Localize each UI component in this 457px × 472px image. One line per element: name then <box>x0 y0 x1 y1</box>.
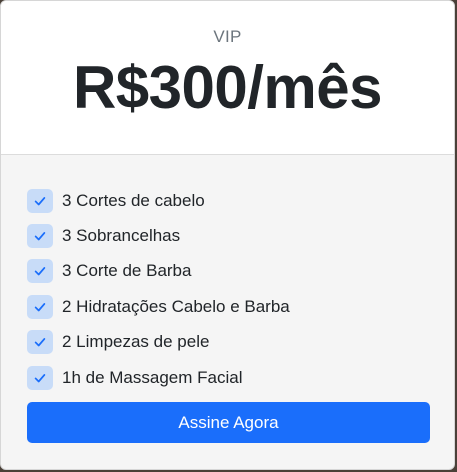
feature-item: 3 Sobrancelhas <box>27 218 454 253</box>
subscribe-button[interactable]: Assine Agora <box>27 402 430 443</box>
feature-label: 2 Limpezas de pele <box>62 332 210 352</box>
feature-label: 3 Corte de Barba <box>62 261 192 281</box>
pricing-card: VIP R$300/mês 3 Cortes de cabelo 3 Sobra… <box>0 0 455 470</box>
pricing-card-header: VIP R$300/mês <box>1 1 454 155</box>
plan-name: VIP <box>213 27 242 46</box>
feature-item: 2 Hidratações Cabelo e Barba <box>27 289 454 324</box>
plan-price: R$300/mês <box>72 54 383 121</box>
feature-list: 3 Cortes de cabelo 3 Sobrancelhas 3 Cort… <box>1 155 454 395</box>
feature-item: 2 Limpezas de pele <box>27 325 454 360</box>
check-icon <box>27 259 53 284</box>
feature-label: 3 Sobrancelhas <box>62 226 181 246</box>
feature-label: 1h de Massagem Facial <box>62 367 243 387</box>
feature-item: 3 Corte de Barba <box>27 254 454 289</box>
check-icon <box>27 365 53 390</box>
feature-item: 1h de Massagem Facial <box>27 360 454 395</box>
check-icon <box>27 330 53 355</box>
check-icon <box>27 294 53 319</box>
feature-item: 3 Cortes de cabelo <box>27 183 454 218</box>
check-icon <box>27 224 53 249</box>
feature-label: 2 Hidratações Cabelo e Barba <box>62 296 290 316</box>
check-icon <box>27 188 53 213</box>
feature-label: 3 Cortes de cabelo <box>62 190 205 210</box>
